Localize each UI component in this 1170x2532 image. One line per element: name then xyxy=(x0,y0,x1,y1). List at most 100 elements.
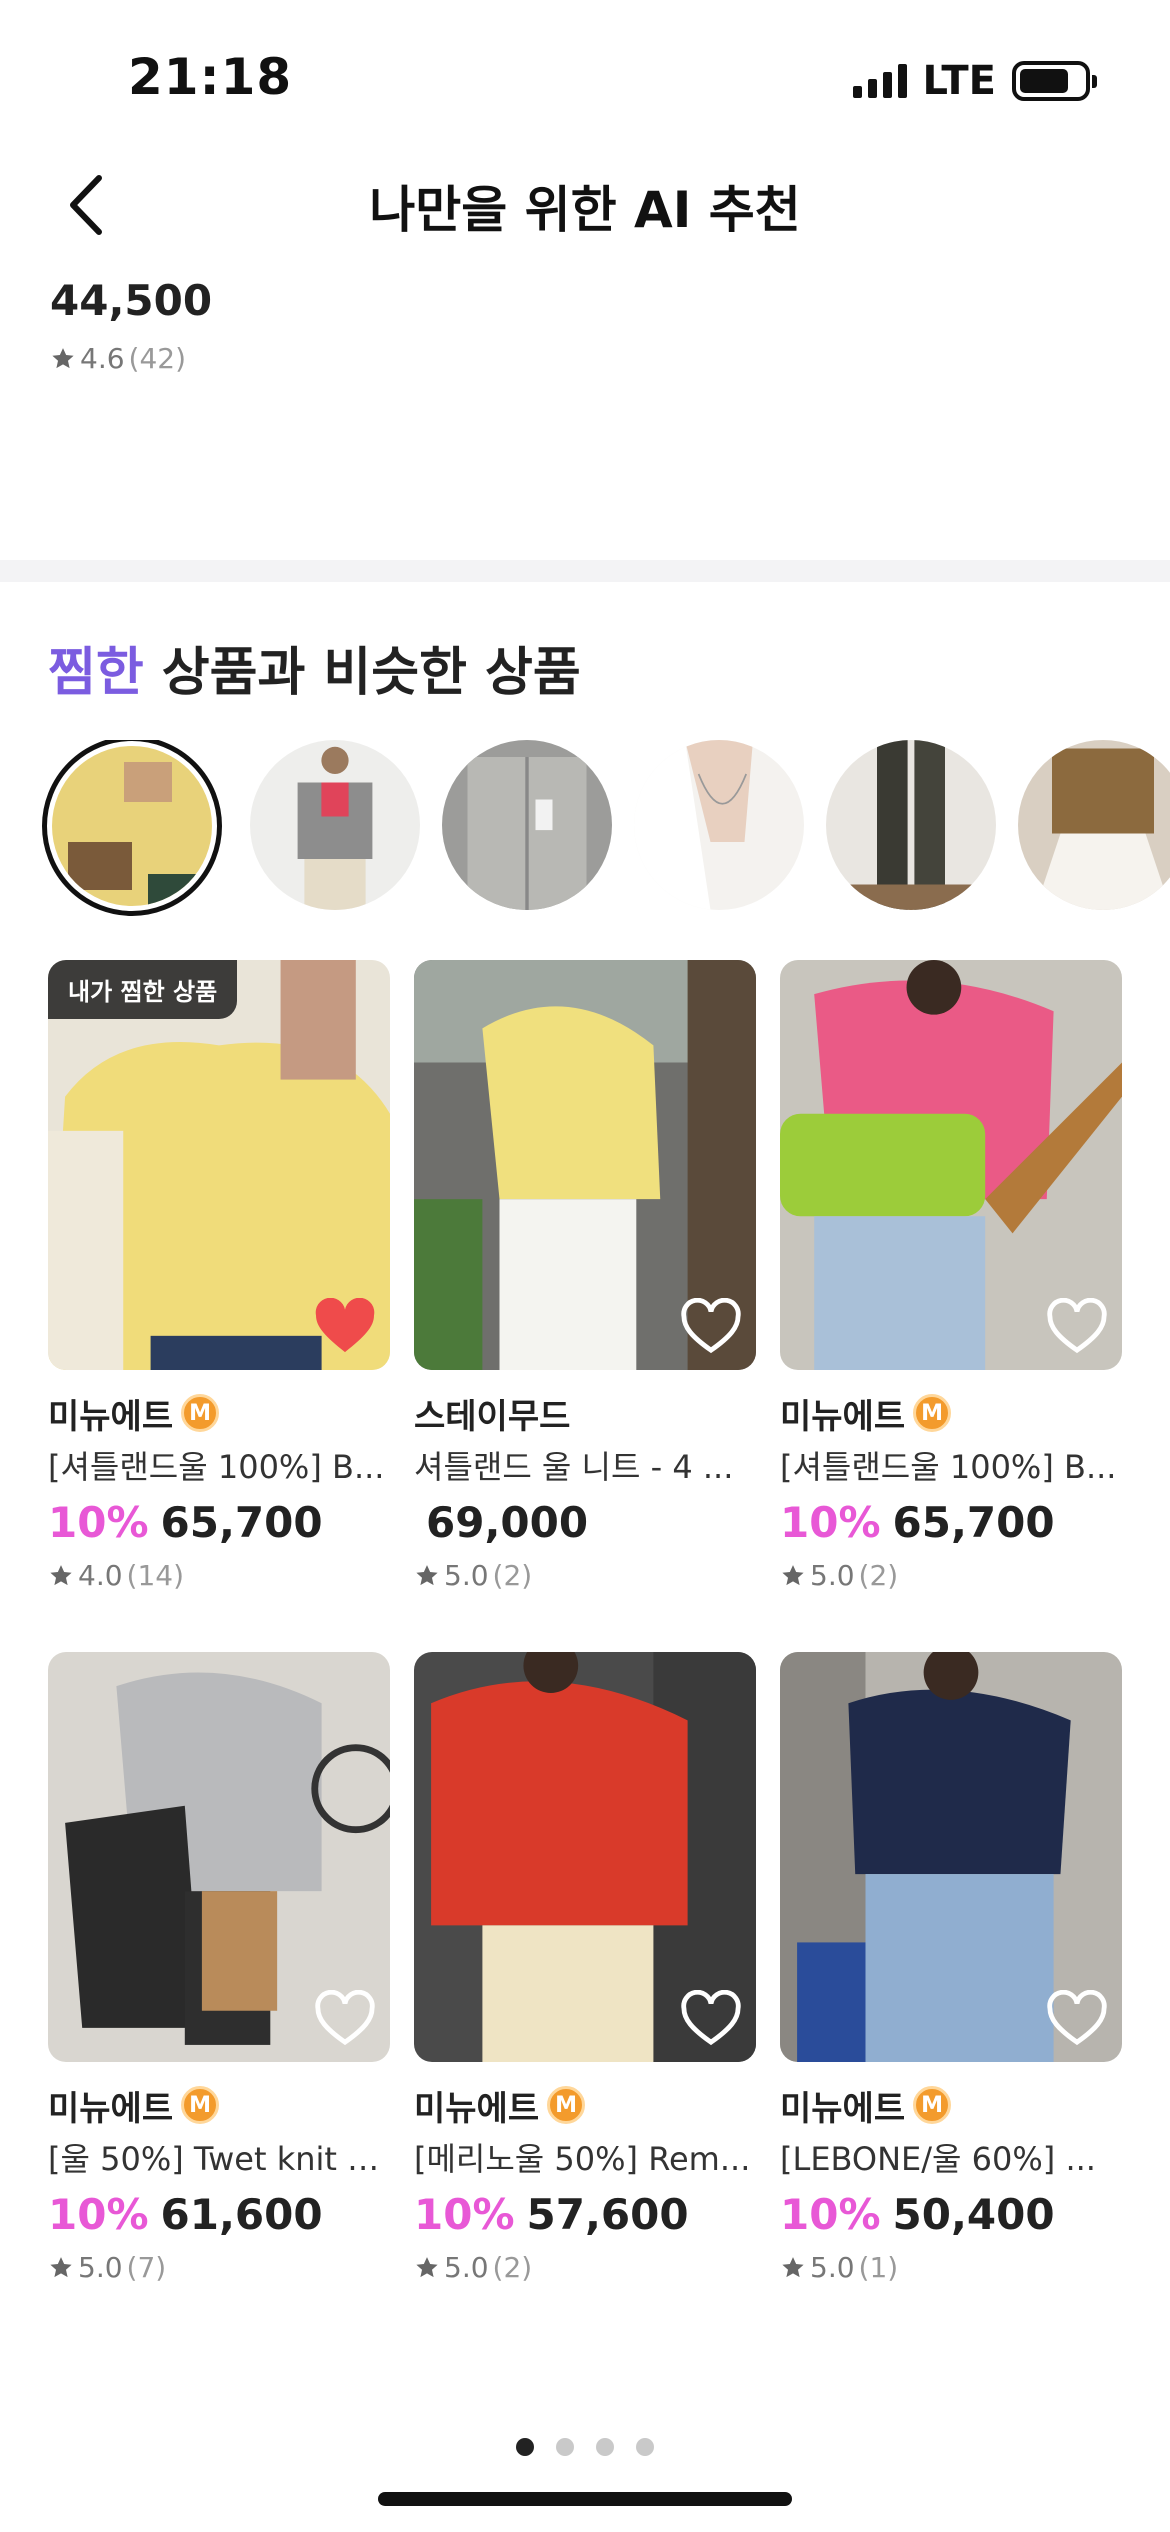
product-card[interactable]: 미뉴에트 M [셔틀랜드울 100%] B... 10% 65,700 5.0 (2) xyxy=(780,960,1122,1592)
price-row: 10% 50,400 xyxy=(780,2190,1122,2239)
brand-name: 미뉴에트 xyxy=(48,1396,174,1437)
product-name: [LEBONE/울 60%] ... xyxy=(780,2140,1096,2178)
brand-name: 미뉴에트 xyxy=(48,2088,174,2129)
product-image-container xyxy=(414,960,756,1370)
price-row: 69,000 xyxy=(414,1498,756,1547)
heart-outline-icon[interactable] xyxy=(314,1990,376,2048)
status-indicators: LTE xyxy=(852,58,1097,104)
brand-row: 미뉴에트 M xyxy=(414,2084,756,2129)
home-indicator[interactable] xyxy=(378,2492,792,2506)
product-name: [셔틀랜드울 100%] B... xyxy=(780,1448,1117,1486)
liked-thumbnail[interactable] xyxy=(634,740,804,910)
brand-name: 스테이무드 xyxy=(414,1396,571,1437)
product-image xyxy=(442,740,612,910)
product-card[interactable]: 내가 찜한 상품 미뉴에트 M [셔틀랜드울 100%] B... 10% 65,7… xyxy=(48,960,390,1592)
discount-rate: 10% xyxy=(414,2190,515,2239)
product-image-container xyxy=(780,960,1122,1370)
price: 65,700 xyxy=(160,1498,323,1547)
page-title: 나만을 위한 AI 추천 xyxy=(369,181,801,239)
brand-row: 미뉴에트 M xyxy=(48,1392,390,1437)
star-icon xyxy=(50,1564,72,1585)
rating-row: 4.0 (14) xyxy=(48,1559,390,1592)
rating-value: 4.6 xyxy=(80,342,125,375)
price: 61,600 xyxy=(160,2190,323,2239)
network-label: LTE xyxy=(922,58,996,104)
rating-value: 5.0 xyxy=(78,2251,123,2284)
rating-value: 4.0 xyxy=(78,1559,123,1592)
brand-name: 미뉴에트 xyxy=(414,2088,540,2129)
star-icon xyxy=(416,1564,438,1585)
product-name: [메리노울 50%] Rem... xyxy=(414,2140,751,2178)
product-image-container xyxy=(48,1652,390,2062)
product-card[interactable]: 미뉴에트 M [LEBONE/울 60%] ... 10% 50,400 5.0 (1… xyxy=(780,1652,1122,2284)
my-liked-badge: 내가 찜한 상품 xyxy=(48,960,238,1019)
previous-item-price: 44,500 xyxy=(50,276,213,325)
product-image xyxy=(634,740,804,910)
brand-row: 미뉴에트 M xyxy=(780,2084,1122,2129)
rating-row: 5.0 (7) xyxy=(48,2251,390,2284)
section-title: 찜한 상품과 비슷한 상품 xyxy=(48,630,581,705)
rating-value: 5.0 xyxy=(810,1559,855,1592)
product-card[interactable]: 미뉴에트 M [울 50%] Twet knit (... 10% 61,600 5… xyxy=(48,1652,390,2284)
brand-row: 스테이무드 xyxy=(414,1392,756,1437)
star-icon xyxy=(416,2256,438,2277)
product-card[interactable]: 미뉴에트 M [메리노울 50%] Rem... 10% 57,600 5.0 (2) xyxy=(414,1652,756,2284)
liked-thumbnail[interactable] xyxy=(442,740,612,910)
status-time: 21:18 xyxy=(128,48,293,106)
price-row: 10% 65,700 xyxy=(48,1498,390,1547)
rating-row: 5.0 (1) xyxy=(780,2251,1122,2284)
signal-icon xyxy=(852,64,907,98)
liked-thumbnail-selected[interactable] xyxy=(42,740,222,916)
page-dot[interactable] xyxy=(636,2438,654,2456)
price: 57,600 xyxy=(526,2190,689,2239)
rating-value: 5.0 xyxy=(444,1559,489,1592)
heart-outline-icon[interactable] xyxy=(680,1298,742,1356)
discount-rate: 10% xyxy=(780,1498,881,1547)
liked-thumbnails xyxy=(42,740,1170,920)
section-title-rest: 상품과 비슷한 상품 xyxy=(143,643,581,703)
heart-outline-icon[interactable] xyxy=(1046,1990,1108,2048)
product-image xyxy=(250,740,420,910)
price: 65,700 xyxy=(892,1498,1055,1547)
price-row: 10% 57,600 xyxy=(414,2190,756,2239)
previous-item-rating: 4.6 (42) xyxy=(50,342,186,375)
page-dot[interactable] xyxy=(596,2438,614,2456)
rating-row: 5.0 (2) xyxy=(414,2251,756,2284)
review-count: (42) xyxy=(128,342,187,375)
heart-filled-icon[interactable] xyxy=(314,1298,376,1356)
brand-name: 미뉴에트 xyxy=(780,1396,906,1437)
review-count: (14) xyxy=(126,1559,185,1592)
product-image xyxy=(1018,740,1170,910)
liked-thumbnail[interactable] xyxy=(1018,740,1170,910)
product-image xyxy=(52,746,212,906)
heart-outline-icon[interactable] xyxy=(1046,1298,1108,1356)
liked-thumbnail[interactable] xyxy=(250,740,420,910)
product-image-container xyxy=(414,1652,756,2062)
heart-outline-icon[interactable] xyxy=(680,1990,742,2048)
section-divider xyxy=(0,560,1170,582)
page-dot[interactable] xyxy=(556,2438,574,2456)
official-badge: M xyxy=(547,2086,586,2124)
rating-value: 5.0 xyxy=(444,2251,489,2284)
page-dot-active[interactable] xyxy=(516,2438,534,2456)
brand-row: 미뉴에트 M xyxy=(780,1392,1122,1437)
liked-thumbnail[interactable] xyxy=(826,740,996,910)
price: 69,000 xyxy=(426,1498,589,1547)
review-count: (2) xyxy=(858,1559,899,1592)
star-icon xyxy=(50,2256,72,2277)
price: 50,400 xyxy=(892,2190,1055,2239)
product-card[interactable]: 스테이무드 셔틀랜드 울 니트 - 4 ... 69,000 5.0 (2) xyxy=(414,960,756,1592)
discount-rate: 10% xyxy=(48,2190,149,2239)
discount-rate: 10% xyxy=(48,1498,149,1547)
product-name: 셔틀랜드 울 니트 - 4 ... xyxy=(414,1448,734,1486)
official-badge: M xyxy=(181,2086,220,2124)
rating-row: 5.0 (2) xyxy=(414,1559,756,1592)
rating-row: 5.0 (2) xyxy=(780,1559,1122,1592)
page-indicator xyxy=(0,2438,1170,2456)
nav-header: 나만을 위한 AI 추천 xyxy=(0,150,1170,260)
review-count: (1) xyxy=(858,2251,899,2284)
price-row: 10% 61,600 xyxy=(48,2190,390,2239)
star-icon xyxy=(782,2256,804,2277)
product-image-container xyxy=(780,1652,1122,2062)
review-count: (2) xyxy=(492,2251,533,2284)
